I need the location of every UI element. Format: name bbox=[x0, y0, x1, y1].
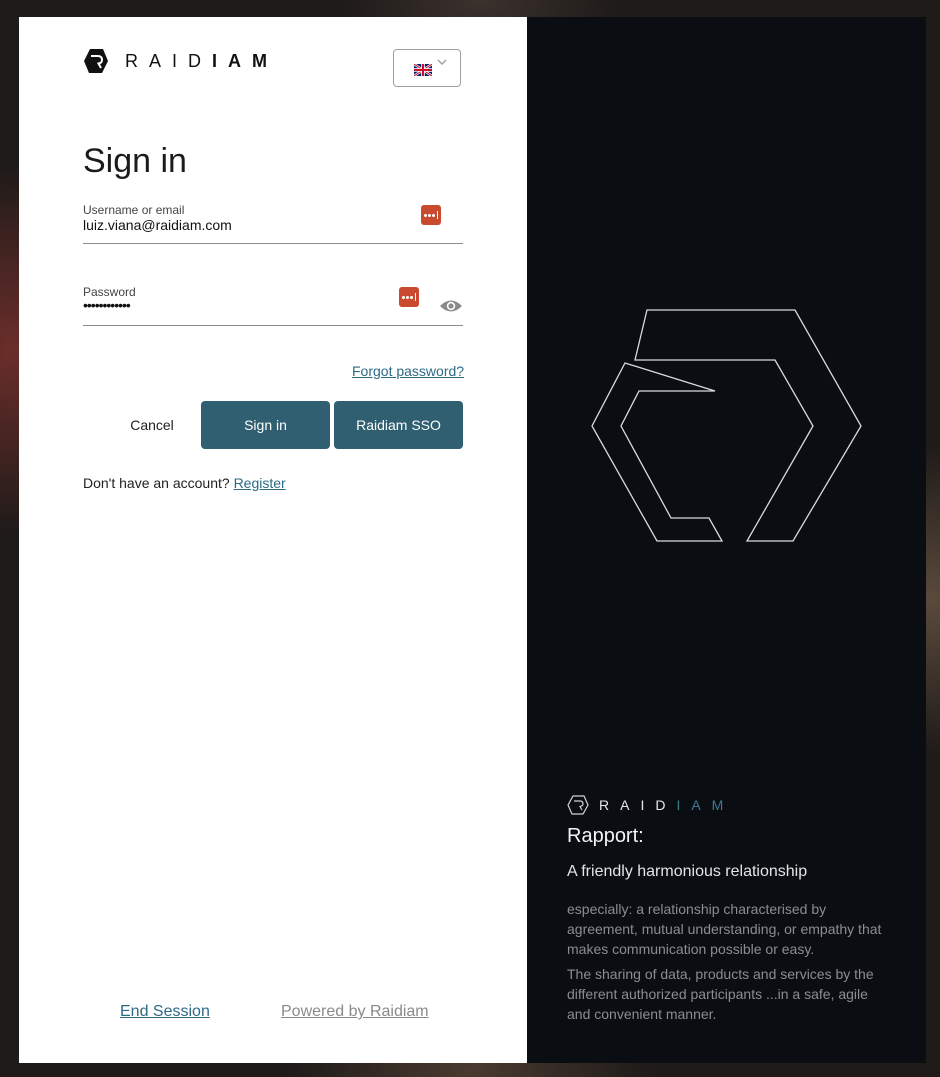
password-manager-icon[interactable] bbox=[421, 205, 441, 225]
end-session-link[interactable]: End Session bbox=[120, 1003, 210, 1021]
rapport-title: Rapport: bbox=[567, 825, 644, 847]
password-field[interactable]: Password •••••••••••• bbox=[83, 285, 463, 326]
raidiam-wordmark: RAIDIAM bbox=[125, 50, 279, 71]
small-wordmark: RAIDIAM bbox=[599, 797, 735, 813]
register-row: Don't have an account? Register bbox=[83, 475, 286, 491]
language-selector[interactable] bbox=[393, 49, 461, 87]
cancel-button[interactable]: Cancel bbox=[113, 401, 191, 449]
chevron-down-icon bbox=[437, 59, 447, 65]
register-prompt: Don't have an account? bbox=[83, 475, 230, 491]
brand-panel: RAIDIAM Rapport: A friendly harmonious r… bbox=[527, 17, 926, 1063]
rapport-description: especially: a relationship characterised… bbox=[567, 901, 882, 957]
raidiam-logo: RAIDIAM bbox=[83, 48, 278, 74]
raidiam-sso-button[interactable]: Raidiam SSO bbox=[334, 401, 463, 449]
raidiam-outline-logo bbox=[591, 309, 862, 542]
username-field[interactable]: Username or email luiz.viana@raidiam.com bbox=[83, 203, 463, 244]
register-link[interactable]: Register bbox=[234, 475, 286, 491]
page-title: Sign in bbox=[83, 142, 187, 180]
username-label: Username or email bbox=[83, 203, 185, 217]
powered-by-link[interactable]: Powered by Raidiam bbox=[281, 1003, 429, 1021]
forgot-password-link[interactable]: Forgot password? bbox=[352, 363, 464, 379]
password-manager-icon[interactable] bbox=[399, 287, 419, 307]
password-input[interactable]: •••••••••••• bbox=[83, 297, 131, 313]
raidiam-small-logo: RAIDIAM bbox=[567, 795, 734, 815]
raidiam-logo-icon bbox=[84, 49, 108, 73]
username-input[interactable]: luiz.viana@raidiam.com bbox=[83, 217, 232, 233]
raidiam-small-logo-icon bbox=[567, 795, 589, 815]
sign-in-panel: RAIDIAM Sign in Username or email luiz.v… bbox=[19, 17, 527, 1063]
rapport-description-2: The sharing of data, products and servic… bbox=[567, 966, 874, 1022]
rapport-subtitle: A friendly harmonious relationship bbox=[567, 863, 808, 880]
sign-in-button[interactable]: Sign in bbox=[201, 401, 330, 449]
uk-flag-icon bbox=[414, 64, 432, 76]
show-password-icon[interactable] bbox=[439, 298, 463, 314]
